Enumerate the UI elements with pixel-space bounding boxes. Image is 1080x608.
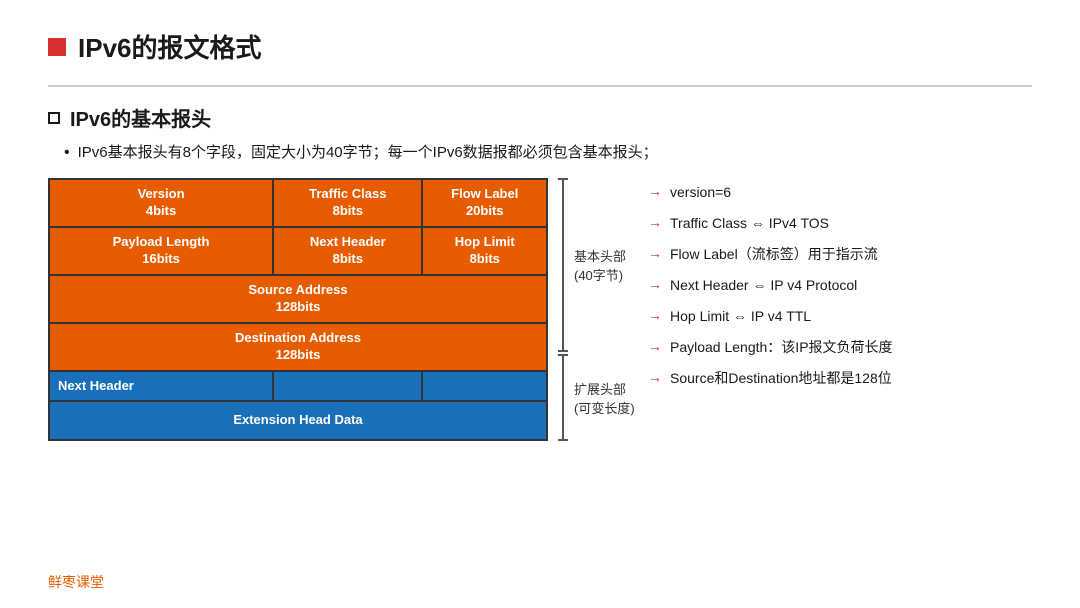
main-content: Version4bits Traffic Class8bits Flow Lab… <box>48 178 1032 441</box>
ext-head-data-cell: Extension Head Data <box>49 401 547 440</box>
footer-text: 鲜枣课堂 <box>48 574 104 590</box>
bullet-row: • IPv6基本报头有8个字段，固定大小为40字节；每一个IPv6数据报都必须包… <box>48 142 1032 164</box>
table-row: Destination Address128bits <box>49 323 547 371</box>
empty-cell-1 <box>273 371 422 402</box>
right-bullet-text: Next Header ⇔ IP v4 Protocol <box>670 275 857 296</box>
table-row: Source Address128bits <box>49 275 547 323</box>
right-bullet-text: version=6 <box>670 182 731 203</box>
packet-diagram: Version4bits Traffic Class8bits Flow Lab… <box>48 178 618 441</box>
arrow-icon: → <box>648 245 662 261</box>
right-bullet-item: → Traffic Class ⇔ IPv4 TOS <box>648 213 1032 234</box>
right-bullet-text: Traffic Class ⇔ IPv4 TOS <box>670 213 829 234</box>
traffic-class-cell: Traffic Class8bits <box>273 179 422 227</box>
divider <box>48 85 1032 87</box>
arrow-icon: → <box>648 183 662 199</box>
right-bullet-item: → Source和Destination地址都是128位 <box>648 368 1032 389</box>
title-row: IPv6的报文格式 <box>48 28 1032 65</box>
payload-length-cell: Payload Length16bits <box>49 227 273 275</box>
right-bullet-item: → Payload Length：该IP报文负荷长度 <box>648 337 1032 358</box>
arrow-icon: → <box>648 369 662 385</box>
ext-head-brace: 扩展头部(可变长度) <box>558 354 635 441</box>
title-square-icon <box>48 38 66 56</box>
hop-limit-cell: Hop Limit8bits <box>422 227 547 275</box>
section-square-icon <box>48 112 60 124</box>
right-bullet-item: → version=6 <box>648 182 1032 203</box>
source-address-cell: Source Address128bits <box>49 275 547 323</box>
right-bullet-text: Flow Label（流标签）用于指示流 <box>670 244 878 265</box>
table-row: Version4bits Traffic Class8bits Flow Lab… <box>49 179 547 227</box>
section-title-row: IPv6的基本报头 <box>48 103 1032 132</box>
brace-annotations: 基本头部(40字节) 扩展头部(可变长度) <box>558 178 635 441</box>
arrow-icon: → <box>648 307 662 323</box>
right-bullet-text: Source和Destination地址都是128位 <box>670 368 892 389</box>
diagram-brace-layout: Version4bits Traffic Class8bits Flow Lab… <box>48 178 618 441</box>
right-bullet-text: Hop Limit ⇔ IP v4 TTL <box>670 306 811 327</box>
empty-cell-2 <box>422 371 547 402</box>
arrow-icon: → <box>648 338 662 354</box>
page-container: IPv6的报文格式 IPv6的基本报头 • IPv6基本报头有8个字段，固定大小… <box>0 0 1080 608</box>
table-row: Extension Head Data <box>49 401 547 440</box>
basic-head-brace: 基本头部(40字节) <box>558 178 635 352</box>
version-cell: Version4bits <box>49 179 273 227</box>
table-container: Version4bits Traffic Class8bits Flow Lab… <box>48 178 548 441</box>
bullet-icon: • <box>64 142 70 164</box>
right-bullet-item: → Next Header ⇔ IP v4 Protocol <box>648 275 1032 296</box>
next-header-cell: Next Header8bits <box>273 227 422 275</box>
right-bullet-item: → Hop Limit ⇔ IP v4 TTL <box>648 306 1032 327</box>
section-title: IPv6的基本报头 <box>70 103 211 132</box>
bullet-text: IPv6基本报头有8个字段，固定大小为40字节；每一个IPv6数据报都必须包含基… <box>78 142 658 163</box>
arrow-icon: → <box>648 214 662 230</box>
ext-head-label: 扩展头部(可变长度) <box>574 379 635 417</box>
next-header-blue-cell: Next Header <box>49 371 273 402</box>
basic-head-label: 基本头部(40字节) <box>574 246 626 284</box>
right-bullet-item: → Flow Label（流标签）用于指示流 <box>648 244 1032 265</box>
page-title: IPv6的报文格式 <box>78 28 262 65</box>
footer: 鲜枣课堂 <box>48 572 104 592</box>
arrow-icon: → <box>648 276 662 292</box>
table-row: Next Header <box>49 371 547 402</box>
flow-label-cell: Flow Label20bits <box>422 179 547 227</box>
table-row: Payload Length16bits Next Header8bits Ho… <box>49 227 547 275</box>
packet-table: Version4bits Traffic Class8bits Flow Lab… <box>48 178 548 441</box>
right-bullet-text: Payload Length：该IP报文负荷长度 <box>670 337 893 358</box>
dest-address-cell: Destination Address128bits <box>49 323 547 371</box>
right-panel: → version=6 → Traffic Class ⇔ IPv4 TOS →… <box>648 178 1032 399</box>
